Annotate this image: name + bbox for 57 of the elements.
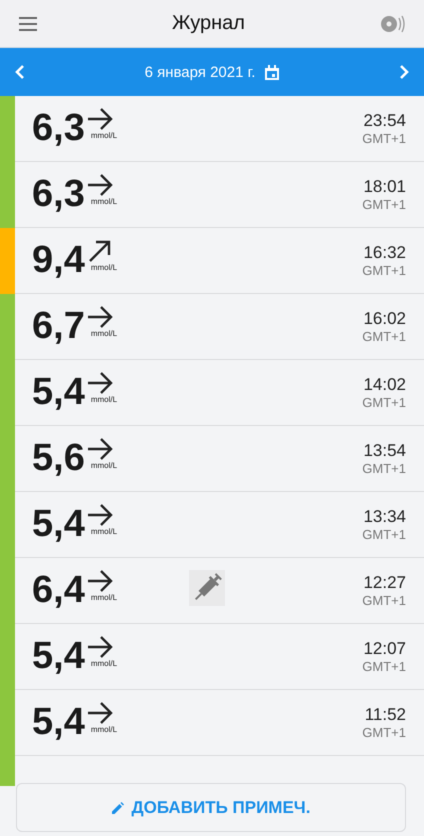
glucose-value: 6,3: [32, 173, 85, 216]
unit-label: mmol/L: [90, 725, 118, 734]
unit-label: mmol/L: [90, 329, 118, 338]
unit-label: mmol/L: [90, 131, 118, 140]
reading-time: 12:27: [363, 573, 406, 593]
reading-row[interactable]: 6,3 mmol/L 23:54 GMT+1: [0, 96, 424, 162]
unit-label: mmol/L: [90, 263, 118, 272]
reading-time: 23:54: [363, 111, 406, 131]
glucose-value: 6,3: [32, 107, 85, 150]
reading-time: 11:52: [364, 705, 406, 725]
unit-label: mmol/L: [90, 659, 118, 668]
next-icon[interactable]: [398, 64, 410, 80]
reading-time: 13:34: [363, 507, 406, 527]
glucose-value: 9,4: [32, 239, 85, 282]
reading-time: 16:32: [363, 243, 406, 263]
reading-row[interactable]: 5,4 mmol/L 12:07 GMT+1: [0, 624, 424, 690]
reading-row[interactable]: 5,4 mmol/L 14:02 GMT+1: [0, 360, 424, 426]
reading-row[interactable]: 6,3 mmol/L 18:01 GMT+1: [0, 162, 424, 228]
menu-icon[interactable]: [19, 16, 37, 30]
timezone-label: GMT+1: [362, 131, 406, 146]
timezone-label: GMT+1: [362, 263, 406, 278]
reading-time: 13:54: [363, 441, 406, 461]
timezone-label: GMT+1: [362, 593, 406, 608]
unit-label: mmol/L: [90, 593, 118, 602]
reading-row[interactable]: 6,7 mmol/L 16:02 GMT+1: [0, 294, 424, 360]
unit-label: mmol/L: [90, 527, 118, 536]
reading-time: 14:02: [363, 375, 406, 395]
glucose-value: 5,4: [32, 503, 85, 546]
reading-time: 12:07: [363, 639, 406, 659]
reading-row[interactable]: 5,4 mmol/L 11:52 GMT+1: [0, 690, 424, 756]
timezone-label: GMT+1: [362, 527, 406, 542]
reading-row[interactable]: 9,4 mmol/L 16:32 GMT+1: [0, 228, 424, 294]
timezone-label: GMT+1: [362, 725, 406, 740]
reading-row[interactable]: 6,4 mmol/L 12:27 GMT+1: [0, 558, 424, 624]
unit-label: mmol/L: [90, 197, 118, 206]
glucose-value: 5,6: [32, 437, 85, 480]
calendar-icon[interactable]: [265, 64, 280, 80]
glucose-value: 6,4: [32, 569, 85, 612]
timezone-label: GMT+1: [362, 197, 406, 212]
unit-label: mmol/L: [90, 395, 118, 404]
unit-label: mmol/L: [90, 461, 118, 470]
glucose-value: 5,4: [32, 635, 85, 678]
timezone-label: GMT+1: [362, 395, 406, 410]
glucose-value: 6,7: [32, 305, 85, 348]
timezone-label: GMT+1: [362, 329, 406, 344]
sensor-icon[interactable]: [380, 14, 406, 34]
reading-time: 16:02: [363, 309, 406, 329]
glucose-value: 5,4: [32, 701, 85, 744]
glucose-value: 5,4: [32, 371, 85, 414]
pencil-icon: [112, 802, 124, 814]
reading-row[interactable]: 5,6 mmol/L 13:54 GMT+1: [0, 426, 424, 492]
reading-time: 18:01: [363, 177, 406, 197]
reading-row[interactable]: 5,4 mmol/L 13:34 GMT+1: [0, 492, 424, 558]
timezone-label: GMT+1: [362, 659, 406, 674]
previous-icon[interactable]: [14, 64, 26, 80]
timezone-label: GMT+1: [362, 461, 406, 476]
page-title: Журнал: [172, 12, 245, 35]
